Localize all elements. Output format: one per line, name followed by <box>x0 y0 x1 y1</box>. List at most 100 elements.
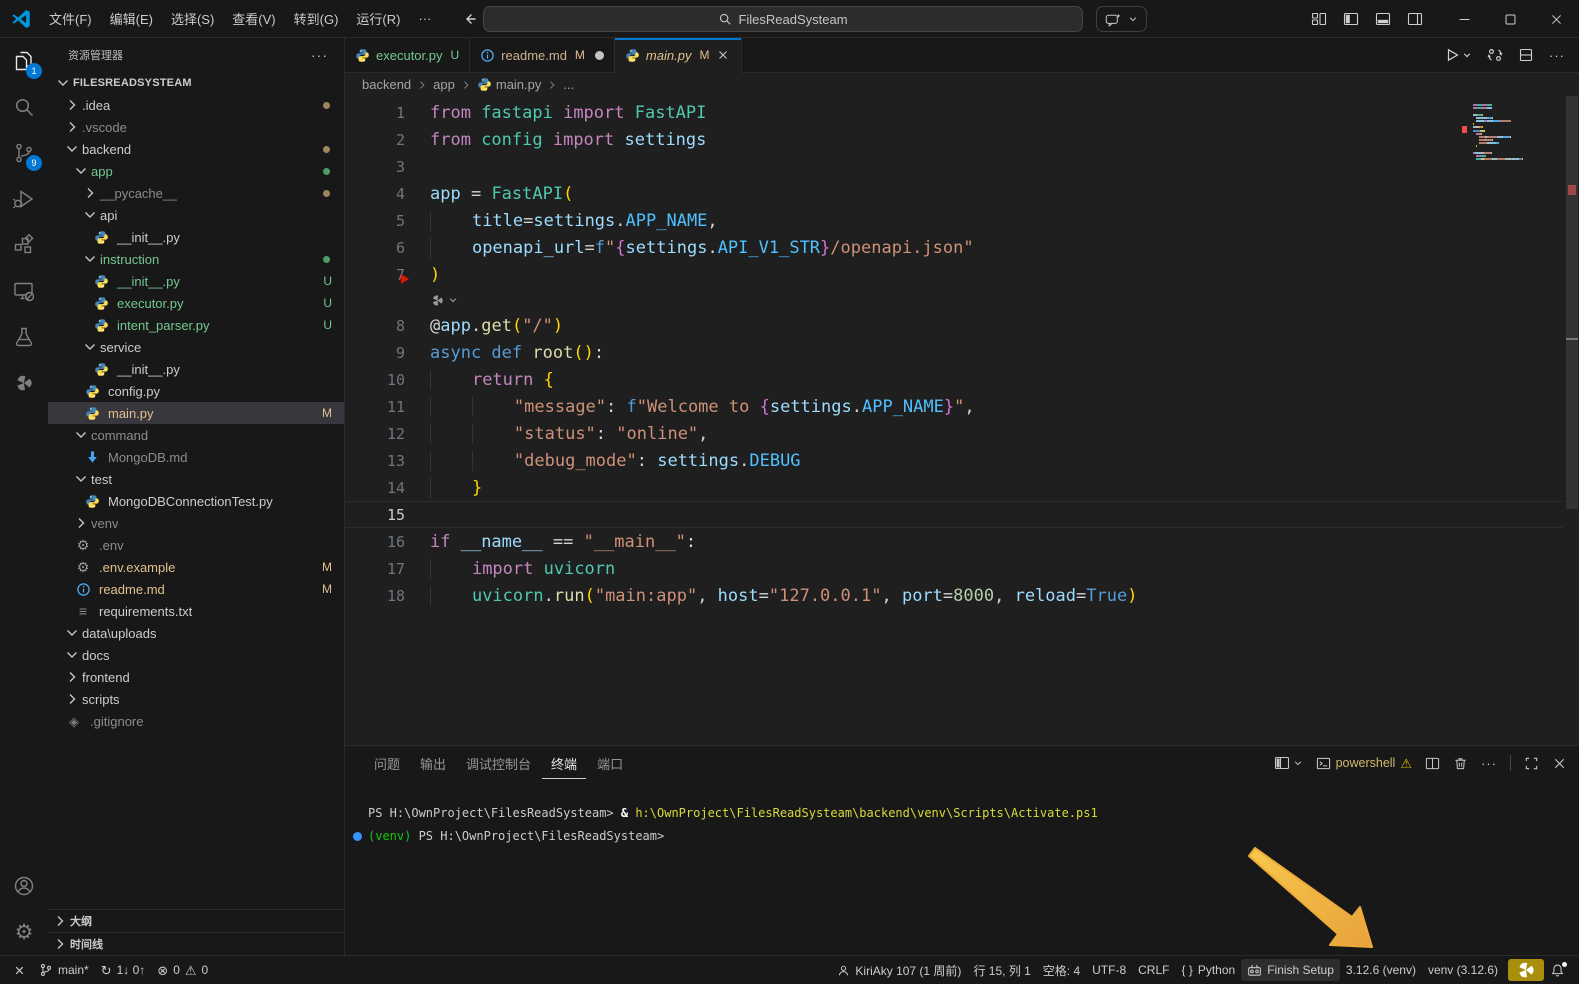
tree-item-__init__.py[interactable]: __init__.py <box>48 358 344 380</box>
tree-item-venv[interactable]: venv <box>48 512 344 534</box>
close-tab-icon[interactable] <box>715 47 731 63</box>
menu-0[interactable]: 文件(F) <box>40 6 101 31</box>
copilot-button[interactable] <box>1096 6 1147 32</box>
tree-item-scripts[interactable]: scripts <box>48 688 344 710</box>
status-encoding[interactable]: UTF-8 <box>1086 959 1132 981</box>
status-remote-indicator[interactable] <box>6 959 33 981</box>
close-button[interactable] <box>1533 0 1579 38</box>
activity-explorer[interactable]: 1 <box>0 38 48 84</box>
activity-extensions[interactable] <box>0 222 48 268</box>
code-line-13[interactable]: 13 "debug_mode": settings.DEBUG <box>345 447 1579 474</box>
tree-item-app[interactable]: app <box>48 160 344 182</box>
status-extension-status[interactable] <box>1508 959 1544 981</box>
breadcrumb[interactable]: backend app main.py... <box>345 73 1579 96</box>
tree-item-.env.example[interactable]: ⚙.env.example M <box>48 556 344 578</box>
explorer-more-actions-icon[interactable]: ··· <box>311 47 328 63</box>
kill-terminal-icon[interactable] <box>1453 756 1468 771</box>
tree-item-__init__.py[interactable]: __init__.py <box>48 226 344 248</box>
tree-item-api[interactable]: api <box>48 204 344 226</box>
editor-more-actions-icon[interactable]: ··· <box>1549 48 1565 63</box>
tab-executor.py[interactable]: executor.py U <box>345 38 470 73</box>
tree-item-.vscode[interactable]: .vscode <box>48 116 344 138</box>
toggle-sidebar-icon[interactable] <box>1339 7 1363 31</box>
close-panel-icon[interactable] <box>1552 756 1567 771</box>
panel-more-actions-icon[interactable]: ··· <box>1481 756 1497 771</box>
panel-tab-输出[interactable]: 输出 <box>411 747 455 779</box>
minimize-button[interactable] <box>1441 0 1487 38</box>
minimap[interactable] <box>1473 104 1535 161</box>
terminal-output[interactable]: PS H:\OwnProject\FilesReadSysteam> & h:\… <box>345 780 1579 955</box>
code-line-14[interactable]: 14 } <box>345 474 1579 501</box>
back-arrow-icon[interactable] <box>462 11 478 27</box>
status-python-env[interactable]: venv (3.12.6) <box>1422 959 1504 981</box>
tab-main.py[interactable]: main.py M <box>615 38 743 73</box>
code-line-5[interactable]: 5 title=settings.APP_NAME, <box>345 207 1579 234</box>
tree-item-.gitignore[interactable]: ◈.gitignore <box>48 710 344 732</box>
tree-item-main.py[interactable]: main.py M <box>48 402 344 424</box>
tree-item-readme.md[interactable]: readme.md M <box>48 578 344 600</box>
code-line-17[interactable]: 17 import uvicorn <box>345 555 1579 582</box>
tree-item-__pycache__[interactable]: __pycache__ <box>48 182 344 204</box>
menu-6[interactable]: ··· <box>409 8 440 29</box>
code-line-4[interactable]: 4app = FastAPI( <box>345 180 1579 207</box>
tree-item-.env[interactable]: ⚙.env <box>48 534 344 556</box>
status-git-branch[interactable]: main* <box>33 959 95 981</box>
panel-tab-终端[interactable]: 终端 <box>542 747 586 779</box>
breadcrumb-item[interactable]: backend <box>362 77 411 92</box>
tree-item-MongoDBConnectionTest.py[interactable]: MongoDBConnectionTest.py <box>48 490 344 512</box>
tree-item-config.py[interactable]: config.py <box>48 380 344 402</box>
timeline-section[interactable]: 时间线 <box>48 932 344 955</box>
status-cursor-position[interactable]: 行 15, 列 1 <box>967 959 1036 981</box>
status-finish-setup[interactable]: Finish Setup <box>1241 959 1340 981</box>
tree-item-data-uploads[interactable]: data\uploads <box>48 622 344 644</box>
tree-item-frontend[interactable]: frontend <box>48 666 344 688</box>
code-line-8[interactable]: 8@app.get("/") <box>345 312 1579 339</box>
status-notifications[interactable] <box>1544 959 1571 981</box>
menu-1[interactable]: 编辑(E) <box>101 6 162 31</box>
menu-3[interactable]: 查看(V) <box>223 6 284 31</box>
status-language-mode[interactable]: { } Python <box>1175 959 1241 981</box>
tree-item-executor.py[interactable]: executor.py U <box>48 292 344 314</box>
activity-accounts[interactable] <box>0 863 48 909</box>
terminal-instance-powershell[interactable]: powershell ⚠ <box>1316 756 1412 771</box>
status-blame-info[interactable]: KiriAky 107 (1 周前) <box>831 959 967 981</box>
breadcrumb-item[interactable]: app <box>433 77 455 92</box>
command-decoration-icon[interactable] <box>353 832 362 841</box>
scrollbar-slider[interactable] <box>1566 96 1578 509</box>
breadcrumb-item[interactable]: main.py <box>477 77 542 92</box>
tree-item-MongoDB.md[interactable]: MongoDB.md <box>48 446 344 468</box>
code-line-7[interactable]: 7) <box>345 261 1579 288</box>
activity-run-and-debug[interactable] <box>0 176 48 222</box>
tree-item-docs[interactable]: docs <box>48 644 344 666</box>
status-eol[interactable]: CRLF <box>1132 959 1175 981</box>
maximize-button[interactable] <box>1487 0 1533 38</box>
tree-item-intent_parser.py[interactable]: intent_parser.py U <box>48 314 344 336</box>
menu-4[interactable]: 转到(G) <box>285 6 348 31</box>
toggle-secondary-sidebar-icon[interactable] <box>1403 7 1427 31</box>
panel-tab-问题[interactable]: 问题 <box>365 747 409 779</box>
open-changes-icon[interactable] <box>1487 47 1503 63</box>
panel-tab-端口[interactable]: 端口 <box>588 747 632 779</box>
activity-source-control[interactable]: 9 <box>0 130 48 176</box>
breadcrumb-item[interactable]: ... <box>563 77 574 92</box>
tree-item-command[interactable]: command <box>48 424 344 446</box>
code-line-15[interactable]: 15 <box>345 501 1579 528</box>
activity-custom-extension[interactable] <box>0 360 48 406</box>
activity-remote-explorer[interactable] <box>0 268 48 314</box>
code-line-18[interactable]: 18 uvicorn.run("main:app", host="127.0.0… <box>345 582 1579 609</box>
tree-item-requirements.txt[interactable]: ≡requirements.txt <box>48 600 344 622</box>
status-indentation[interactable]: 空格: 4 <box>1037 959 1086 981</box>
maximize-panel-icon[interactable] <box>1524 756 1539 771</box>
split-terminal-icon[interactable] <box>1425 756 1440 771</box>
code-line-3[interactable]: 3 <box>345 153 1579 180</box>
tree-item-service[interactable]: service <box>48 336 344 358</box>
activity-search[interactable] <box>0 84 48 130</box>
command-center-search[interactable]: FilesReadSysteam <box>483 6 1083 32</box>
tree-item-backend[interactable]: backend <box>48 138 344 160</box>
tree-item-.idea[interactable]: .idea <box>48 94 344 116</box>
code-line-6[interactable]: 6 openapi_url=f"{settings.API_V1_STR}/op… <box>345 234 1579 261</box>
outline-section[interactable]: 大纲 <box>48 909 344 932</box>
activity-settings[interactable]: ⚙ <box>0 909 48 955</box>
split-editor-icon[interactable] <box>1518 47 1534 63</box>
tree-item-FILESREADSYSTEAM[interactable]: FILESREADSYSTEAM <box>48 72 344 94</box>
